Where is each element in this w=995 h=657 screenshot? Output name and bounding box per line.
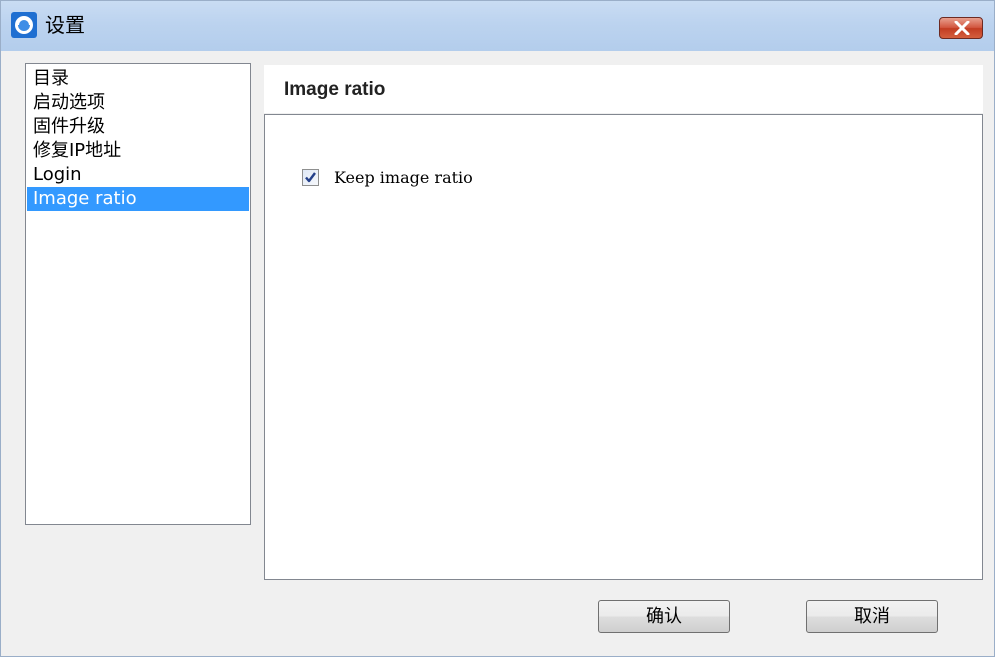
nav-item-login[interactable]: Login [27, 163, 249, 187]
cancel-button[interactable]: 取消 [806, 600, 938, 633]
keep-ratio-label[interactable]: Keep image ratio [334, 168, 473, 188]
panel-header: Image ratio [264, 65, 983, 113]
checkmark-icon [305, 172, 316, 183]
settings-category-list[interactable]: 目录 启动选项 固件升级 修复IP地址 Login Image ratio [25, 63, 251, 525]
ok-button[interactable]: 确认 [598, 600, 730, 633]
nav-item-startup-options[interactable]: 启动选项 [27, 91, 249, 115]
title-bar[interactable]: 设置 [1, 1, 994, 51]
nav-item-repair-ip[interactable]: 修复IP地址 [27, 139, 249, 163]
nav-item-directory[interactable]: 目录 [27, 67, 249, 91]
keep-ratio-checkbox[interactable] [302, 169, 319, 186]
close-icon [954, 21, 970, 35]
nav-item-image-ratio[interactable]: Image ratio [27, 187, 249, 211]
nav-item-firmware-upgrade[interactable]: 固件升级 [27, 115, 249, 139]
window-title: 设置 [45, 13, 85, 37]
close-button[interactable] [939, 17, 983, 39]
panel-title: Image ratio [284, 79, 386, 100]
settings-window: 设置 目录 启动选项 固件升级 修复IP地址 Login Image ratio… [0, 0, 995, 657]
panel-content: Keep image ratio [264, 114, 983, 580]
app-logo-icon [11, 12, 37, 38]
